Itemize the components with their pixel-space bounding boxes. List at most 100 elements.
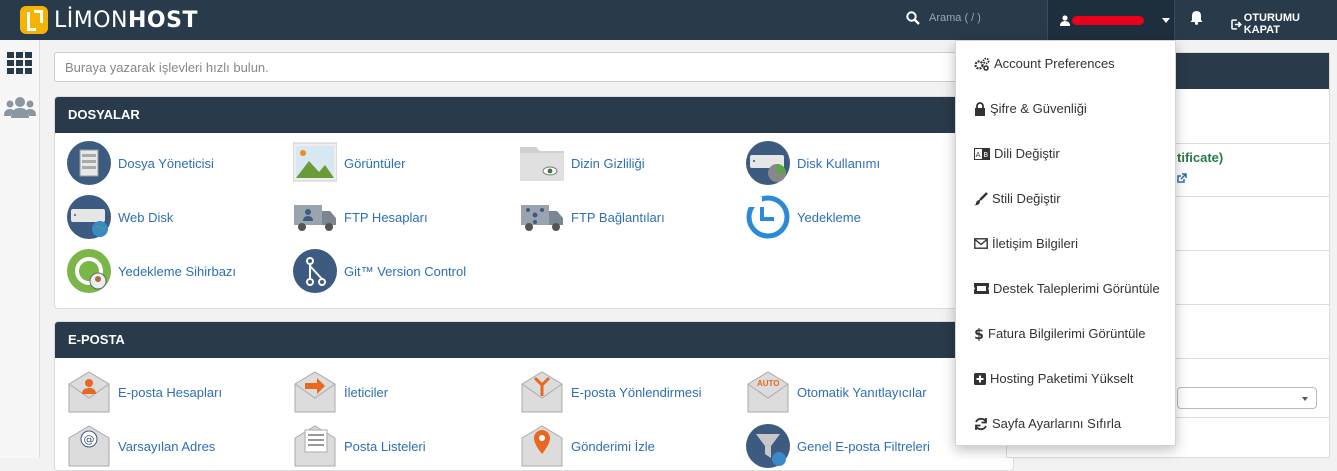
ticket-icon <box>974 283 989 294</box>
email-accounts-link[interactable]: E-posta Hesapları <box>67 370 222 414</box>
menu-item-password-security[interactable]: Şifre & Güvenliği <box>956 86 1175 131</box>
disk-usage-icon <box>746 141 790 185</box>
ftp-accounts-link[interactable]: FTP Hesapları <box>293 195 428 239</box>
top-navbar: LİMONHOST Arama ( / ) OTURUMU KAPAT <box>0 0 1337 40</box>
chevron-down-icon <box>1162 17 1170 23</box>
svg-text:@: @ <box>84 433 95 446</box>
users-icon[interactable] <box>4 96 36 118</box>
user-icon <box>1060 14 1070 26</box>
forwarders-label: İleticiler <box>344 384 389 400</box>
track-delivery-icon <box>521 425 563 467</box>
menu-item-view-support-tickets[interactable]: Destek Taleplerimi Görüntüle <box>956 266 1175 311</box>
svg-text:B: B <box>983 151 988 159</box>
theme-select[interactable] <box>1177 387 1317 409</box>
email-panel: E-POSTA E-posta Hesapları İleticiler E-p… <box>54 321 1014 471</box>
email-routing-icon <box>521 371 563 413</box>
images-link[interactable]: Görüntüler <box>293 141 405 185</box>
ftp-accounts-icon <box>294 205 336 231</box>
backup-wizard-icon <box>67 249 111 293</box>
menu-item-label: Hosting Paketimi Yükselt <box>990 371 1134 386</box>
web-disk-label: Web Disk <box>118 209 174 225</box>
logout-icon <box>1231 18 1242 30</box>
email-routing-label: E-posta Yönlendirmesi <box>571 384 702 400</box>
menu-item-label: Dili Değiştir <box>994 146 1060 161</box>
menu-item-contact-info[interactable]: İletişim Bilgileri <box>956 221 1175 266</box>
mailing-lists-link[interactable]: Posta Listeleri <box>293 424 426 468</box>
ftp-connections-link[interactable]: FTP Bağlantıları <box>520 195 665 239</box>
mailing-lists-icon <box>294 425 336 467</box>
logo-mark-icon <box>20 6 48 34</box>
user-dropdown-menu: Account Preferences Şifre & Güvenliği AB… <box>955 40 1176 446</box>
email-panel-title: E-POSTA <box>55 322 1013 358</box>
cogs-icon <box>974 57 990 71</box>
envelope-icon <box>974 238 988 249</box>
global-email-filters-icon <box>746 424 790 468</box>
logout-button[interactable]: OTURUMU KAPAT <box>1231 12 1337 36</box>
files-panel: DOSYALAR Dosya Yöneticisi Görüntüler Diz… <box>54 96 1014 309</box>
grid-apps-icon[interactable] <box>7 52 33 74</box>
backup-icon <box>746 195 790 239</box>
forwarders-icon <box>294 371 336 413</box>
backup-wizard-link[interactable]: Yedekleme Sihirbazı <box>67 249 236 293</box>
notifications-button[interactable] <box>1190 10 1203 28</box>
default-address-link[interactable]: @ Varsayılan Adres <box>67 424 215 468</box>
ftp-accounts-label: FTP Hesapları <box>344 209 428 225</box>
backup-label: Yedekleme <box>797 209 861 225</box>
menu-item-label: Stili Değiştir <box>992 191 1061 206</box>
menu-item-label: Account Preferences <box>994 56 1115 71</box>
git-version-control-link[interactable]: Git™ Version Control <box>293 249 466 293</box>
directory-privacy-link[interactable]: Dizin Gizliliği <box>520 141 645 185</box>
disk-usage-link[interactable]: Disk Kullanımı <box>746 141 880 185</box>
brand-name: LİMONHOST <box>54 7 198 33</box>
plus-square-icon <box>974 372 986 385</box>
ftp-connections-label: FTP Bağlantıları <box>571 209 665 225</box>
search-icon <box>906 11 920 25</box>
backup-link[interactable]: Yedekleme <box>746 195 861 239</box>
paintbrush-icon <box>974 191 988 205</box>
file-manager-link[interactable]: Dosya Yöneticisi <box>67 141 214 185</box>
file-manager-icon <box>67 141 111 185</box>
menu-item-account-preferences[interactable]: Account Preferences <box>956 41 1175 86</box>
left-sidebar <box>0 40 40 458</box>
menu-item-reset-page-settings[interactable]: Sayfa Ayarlarını Sıfırla <box>956 401 1175 446</box>
web-disk-link[interactable]: Web Disk <box>67 195 173 239</box>
auto-badge: AUTO <box>757 379 780 388</box>
email-routing-link[interactable]: E-posta Yönlendirmesi <box>520 370 702 414</box>
images-icon <box>293 142 337 182</box>
menu-item-label: Fatura Bilgilerimi Görüntüle <box>988 326 1146 341</box>
dollar-icon: $ <box>974 327 984 341</box>
disk-usage-label: Disk Kullanımı <box>797 155 881 171</box>
git-label: Git™ Version Control <box>344 263 467 279</box>
menu-item-label: İletişim Bilgileri <box>992 236 1078 251</box>
menu-item-view-billing-info[interactable]: $ Fatura Bilgilerimi Görüntüle <box>956 311 1175 356</box>
ssl-status-text: tificate) <box>1177 150 1224 165</box>
quick-search-input[interactable] <box>54 52 1014 82</box>
directory-privacy-label: Dizin Gizliliği <box>571 155 645 171</box>
email-accounts-label: E-posta Hesapları <box>118 384 223 400</box>
menu-item-change-language[interactable]: AB Dili Değiştir <box>956 131 1175 176</box>
menu-item-upgrade-hosting[interactable]: Hosting Paketimi Yükselt <box>956 356 1175 401</box>
menu-item-change-style[interactable]: Stili Değiştir <box>956 176 1175 221</box>
files-panel-title: DOSYALAR <box>55 97 1013 133</box>
menu-item-label: Destek Taleplerimi Görüntüle <box>993 281 1160 296</box>
bell-icon <box>1190 11 1203 25</box>
global-email-filters-link[interactable]: Genel E-posta Filtreleri <box>746 424 930 468</box>
ftp-connections-icon <box>521 205 563 231</box>
global-search[interactable]: Arama ( / ) <box>906 11 981 25</box>
email-accounts-icon <box>68 371 110 413</box>
web-disk-icon <box>67 195 111 239</box>
mailing-lists-label: Posta Listeleri <box>344 438 426 454</box>
external-link-icon[interactable] <box>1177 173 1187 183</box>
menu-item-label: Şifre & Güvenliği <box>990 101 1087 116</box>
redacted-username <box>1072 15 1144 25</box>
backup-wizard-label: Yedekleme Sihirbazı <box>118 263 237 279</box>
autoresponders-link[interactable]: AUTO Otomatik Yanıtlayıcılar <box>746 370 927 414</box>
lock-icon <box>975 101 985 116</box>
track-delivery-link[interactable]: Gönderimi İzle <box>520 424 655 468</box>
track-delivery-label: Gönderimi İzle <box>571 438 655 454</box>
user-menu-toggle[interactable] <box>1047 0 1175 40</box>
language-icon: AB <box>974 147 990 160</box>
forwarders-link[interactable]: İleticiler <box>293 370 388 414</box>
brand-logo[interactable]: LİMONHOST <box>20 5 198 35</box>
global-email-filters-label: Genel E-posta Filtreleri <box>797 438 930 454</box>
